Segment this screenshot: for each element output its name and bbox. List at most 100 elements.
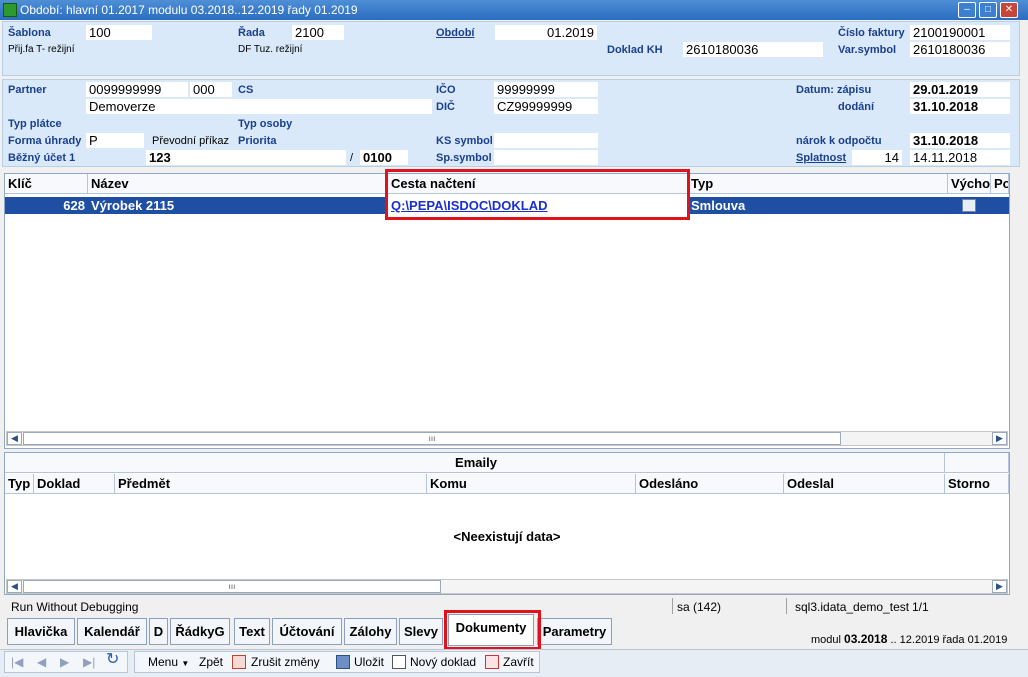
narok-input[interactable]: 31.10.2018: [910, 133, 1010, 148]
tab-d[interactable]: D: [149, 618, 168, 645]
bank-separator: /: [350, 152, 354, 164]
bank-code-input[interactable]: 0100: [360, 150, 408, 165]
cislo-faktury-label: Číslo faktury: [838, 27, 905, 39]
modul-value: 03.2018: [844, 632, 888, 646]
bezny-ucet-input[interactable]: 123: [146, 150, 346, 165]
scroll-right-icon[interactable]: ▶: [992, 432, 1007, 445]
col-email-predmet[interactable]: Předmět: [115, 474, 427, 494]
cs-label: CS: [238, 84, 254, 96]
var-symbol-input[interactable]: 2610180036: [910, 42, 1010, 57]
scroll-left-icon[interactable]: ◀: [7, 432, 22, 445]
tab-parametry[interactable]: Parametry: [537, 618, 612, 645]
col-klic[interactable]: Klíč: [5, 174, 88, 194]
maximize-button[interactable]: □: [979, 2, 997, 18]
sablona-desc: Přij.fa T- režijní: [8, 44, 75, 55]
splatnost-date-input[interactable]: 14.11.2018: [910, 150, 1010, 165]
status-divider: [672, 598, 673, 614]
rada-value: 01.2019: [967, 634, 1008, 646]
empty-message: <Neexistují data>: [453, 529, 561, 544]
cislo-faktury-input[interactable]: 2100190001: [910, 25, 1010, 40]
menu-button[interactable]: Menu ▼: [148, 653, 189, 673]
rada-input[interactable]: 2100: [292, 25, 344, 40]
module-info: modul 03.2018 .. 12.2019 řada 01.2019: [811, 632, 1007, 646]
tab-zalohy[interactable]: Zálohy: [344, 618, 397, 645]
prev-record-icon[interactable]: ◀: [37, 653, 46, 671]
doklad-kh-label: Doklad KH: [607, 44, 663, 56]
sablona-label: Šablona: [8, 27, 51, 39]
partner-name[interactable]: Demoverze: [86, 99, 432, 114]
splatnost-days-input[interactable]: 14: [852, 150, 902, 165]
obdobi-input[interactable]: 01.2019: [495, 25, 597, 40]
cancel-icon: [232, 655, 246, 669]
col-po[interactable]: Po: [991, 174, 1009, 194]
refresh-icon[interactable]: ↻: [106, 651, 119, 669]
new-document-icon: [392, 655, 406, 669]
next-record-icon[interactable]: ▶: [60, 653, 69, 671]
col-email-komu[interactable]: Komu: [427, 474, 636, 494]
app-icon: [3, 3, 17, 17]
var-symbol-label: Var.symbol: [838, 44, 897, 56]
sablona-input[interactable]: 100: [86, 25, 152, 40]
datum-zapisu-input[interactable]: 29.01.2019: [910, 82, 1010, 97]
doklad-kh-input[interactable]: 2610180036: [683, 42, 823, 57]
ico-input[interactable]: 99999999: [494, 82, 598, 97]
col-email-doklad[interactable]: Doklad: [34, 474, 115, 494]
tab-text[interactable]: Text: [234, 618, 270, 645]
typ-osoby-label: Typ osoby: [238, 118, 293, 130]
typ-platce-label: Typ plátce: [8, 118, 62, 130]
ks-symbol-input[interactable]: [494, 133, 598, 148]
col-vychozi[interactable]: Výcho: [948, 174, 991, 194]
window-title: Období: hlavní 01.2017 modulu 03.2018..1…: [20, 3, 358, 17]
ico-label: IČO: [436, 84, 456, 96]
new-document-button[interactable]: Nový doklad: [410, 653, 476, 671]
emaily-scroll-right-icon[interactable]: ▶: [992, 580, 1007, 593]
col-email-storno[interactable]: Storno: [945, 474, 1009, 494]
status-user: sa (142): [677, 600, 722, 614]
tab-radky[interactable]: ŘádkyG: [170, 618, 230, 645]
close-doc-icon: [485, 655, 499, 669]
status-db: sql3.idata_demo_test: [795, 600, 910, 614]
col-typ[interactable]: Typ: [688, 174, 948, 194]
emaily-scroll-thumb[interactable]: ııı: [23, 580, 441, 593]
tab-uctovani[interactable]: Účtování: [272, 618, 342, 645]
rada-desc: DF Tuz. režijní: [238, 44, 303, 55]
forma-uhrady-input[interactable]: P: [86, 133, 144, 148]
scroll-thumb[interactable]: ııı: [23, 432, 841, 445]
sp-symbol-input[interactable]: [494, 150, 598, 165]
close-window-button[interactable]: ✕: [1000, 2, 1018, 18]
partner-code[interactable]: 000: [190, 82, 232, 97]
col-email-typ[interactable]: Typ: [5, 474, 34, 494]
modul-label: modul: [811, 634, 841, 646]
rada-label: Řada: [238, 27, 265, 39]
sp-symbol-label: Sp.symbol: [436, 152, 492, 164]
col-email-odeslal[interactable]: Odeslal: [784, 474, 945, 494]
vychozi-checkbox[interactable]: [962, 199, 976, 212]
cancel-changes-button[interactable]: Zrušit změny: [251, 653, 320, 671]
forma-uhrady-desc: Převodní příkaz: [152, 135, 230, 147]
col-nazev[interactable]: Název: [88, 174, 388, 194]
highlight-tab: [444, 610, 541, 650]
tab-slevy[interactable]: Slevy: [399, 618, 443, 645]
dodani-label: dodání: [838, 101, 875, 113]
emaily-scroll-left-icon[interactable]: ◀: [7, 580, 22, 593]
save-icon: [336, 655, 350, 669]
partner-label: Partner: [8, 84, 47, 96]
dic-input[interactable]: CZ99999999: [494, 99, 598, 114]
col-email-odeslano[interactable]: Odesláno: [636, 474, 784, 494]
back-button[interactable]: Zpět: [199, 653, 223, 671]
minimize-button[interactable]: ‒: [958, 2, 976, 18]
dodani-input[interactable]: 31.10.2018: [910, 99, 1010, 114]
emaily-title: Emaily: [5, 453, 945, 473]
save-button[interactable]: Uložit: [354, 653, 384, 671]
last-record-icon[interactable]: ▶|: [83, 653, 95, 671]
cell-nazev: Výrobek 2115: [91, 198, 175, 213]
first-record-icon[interactable]: |◀: [11, 653, 23, 671]
dic-label: DIČ: [436, 101, 455, 113]
partner-input[interactable]: 0099999999: [86, 82, 188, 97]
tab-kalendar[interactable]: Kalendář: [77, 618, 147, 645]
tab-hlavicka[interactable]: Hlavička: [7, 618, 75, 645]
emaily-title-spacer: [945, 453, 1009, 473]
cell-typ: Smlouva: [691, 198, 746, 213]
close-document-button[interactable]: Zavřít: [503, 653, 534, 671]
splatnost-label: Splatnost: [796, 152, 847, 164]
